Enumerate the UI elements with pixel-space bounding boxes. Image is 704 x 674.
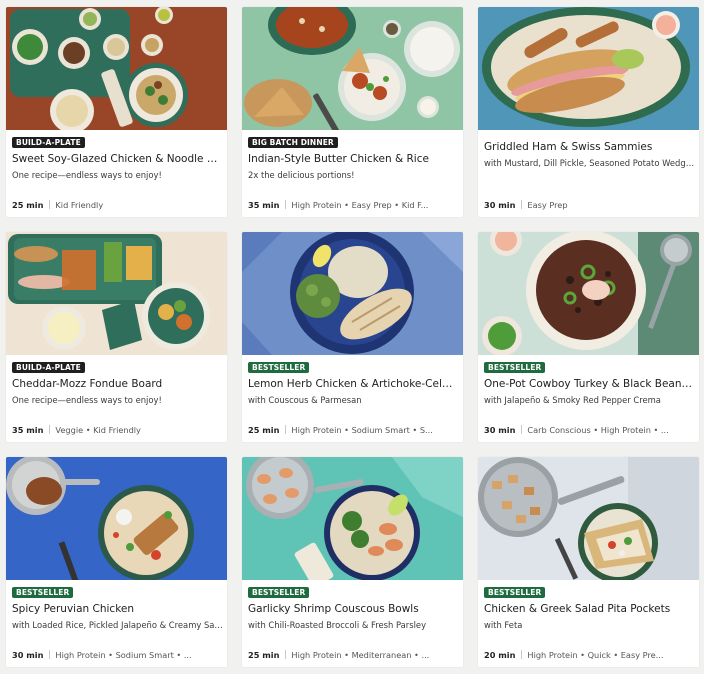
recipe-tags: High Protein • Sodium Smart • ...	[55, 650, 192, 660]
recipe-card[interactable]: Griddled Ham & Swiss Sammies with Mustar…	[478, 7, 699, 217]
recipe-subtitle: with Chili-Roasted Broccoli & Fresh Pars…	[248, 620, 427, 630]
meta-divider	[49, 200, 51, 209]
recipe-tag: BESTSELLER	[484, 587, 546, 598]
recipe-subtitle: with Loaded Rice, Pickled Jalapeño & Cre…	[12, 620, 224, 630]
meta-divider	[521, 425, 523, 434]
meta-divider	[285, 425, 287, 434]
recipe-card[interactable]: BESTSELLER Spicy Peruvian Chicken with L…	[6, 457, 227, 667]
recipe-image[interactable]	[478, 7, 699, 130]
recipe-subtitle: with Jalapeño & Smoky Red Pepper Crema	[484, 395, 661, 405]
recipe-tags: Veggie • Kid Friendly	[55, 425, 141, 435]
recipe-tag: BUILD-A-PLATE	[12, 137, 85, 148]
recipe-image[interactable]	[6, 7, 227, 130]
recipe-meta: 30 min Easy Prep	[484, 199, 696, 211]
recipe-meta: 25 min Kid Friendly	[12, 199, 224, 211]
meta-divider	[49, 650, 51, 659]
recipe-meta: 35 min High Protein • Easy Prep • Kid F..…	[248, 199, 460, 211]
recipe-meta: 30 min High Protein • Sodium Smart • ...	[12, 649, 224, 661]
recipe-card[interactable]: BESTSELLER Lemon Herb Chicken & Artichok…	[242, 232, 463, 442]
recipe-subtitle: One recipe—endless ways to enjoy!	[12, 395, 162, 405]
recipe-title[interactable]: Indian-Style Butter Chicken & Rice	[248, 152, 458, 166]
recipe-meta: 35 min Veggie • Kid Friendly	[12, 424, 224, 436]
recipe-image[interactable]	[478, 232, 699, 355]
recipe-subtitle: with Mustard, Dill Pickle, Seasoned Pota…	[484, 158, 696, 168]
recipe-image[interactable]	[478, 457, 699, 580]
recipe-title[interactable]: Lemon Herb Chicken & Artichoke-Celery...	[248, 377, 458, 391]
recipe-time: 30 min	[484, 200, 516, 210]
meta-divider	[285, 200, 287, 209]
recipe-tag: BESTSELLER	[484, 362, 546, 373]
recipe-time: 30 min	[12, 650, 44, 660]
recipe-tags: Carb Conscious • High Protein • ...	[527, 425, 669, 435]
recipe-title[interactable]: Sweet Soy-Glazed Chicken & Noodle Bar	[12, 152, 222, 166]
recipe-subtitle: 2x the delicious portions!	[248, 170, 355, 180]
recipe-image[interactable]	[242, 7, 463, 130]
recipe-title[interactable]: Chicken & Greek Salad Pita Pockets	[484, 602, 694, 616]
recipe-time: 35 min	[248, 200, 280, 210]
recipe-image[interactable]	[242, 457, 463, 580]
recipe-grid: BUILD-A-PLATE Sweet Soy-Glazed Chicken &…	[0, 0, 704, 674]
recipe-meta: 25 min High Protein • Sodium Smart • S...	[248, 424, 460, 436]
recipe-title[interactable]: Garlicky Shrimp Couscous Bowls	[248, 602, 458, 616]
recipe-tags: High Protein • Sodium Smart • S...	[291, 425, 433, 435]
recipe-card[interactable]: BESTSELLER Chicken & Greek Salad Pita Po…	[478, 457, 699, 667]
recipe-tag: BIG BATCH DINNER	[248, 137, 338, 148]
recipe-time: 35 min	[12, 425, 44, 435]
recipe-tag: BESTSELLER	[248, 362, 310, 373]
recipe-time: 30 min	[484, 425, 516, 435]
recipe-title[interactable]: One-Pot Cowboy Turkey & Black Bean C...	[484, 377, 694, 391]
recipe-tags: Kid Friendly	[55, 200, 104, 210]
recipe-time: 25 min	[248, 425, 280, 435]
recipe-image[interactable]	[6, 232, 227, 355]
recipe-card[interactable]: BUILD-A-PLATE Sweet Soy-Glazed Chicken &…	[6, 7, 227, 217]
recipe-card[interactable]: BIG BATCH DINNER Indian-Style Butter Chi…	[242, 7, 463, 217]
recipe-tag: BUILD-A-PLATE	[12, 362, 85, 373]
meta-divider	[521, 200, 523, 209]
recipe-time: 25 min	[12, 200, 44, 210]
recipe-meta: 20 min High Protein • Quick • Easy Pre...	[484, 649, 696, 661]
recipe-meta: 30 min Carb Conscious • High Protein • ..…	[484, 424, 696, 436]
recipe-subtitle: One recipe—endless ways to enjoy!	[12, 170, 162, 180]
recipe-tags: Easy Prep	[527, 200, 568, 210]
meta-divider	[521, 650, 523, 659]
recipe-tag: BESTSELLER	[248, 587, 310, 598]
recipe-image[interactable]	[6, 457, 227, 580]
recipe-image[interactable]	[242, 232, 463, 355]
recipe-time: 20 min	[484, 650, 516, 660]
recipe-meta: 25 min High Protein • Mediterranean • ...	[248, 649, 460, 661]
recipe-tags: High Protein • Easy Prep • Kid F...	[291, 200, 429, 210]
recipe-title[interactable]: Cheddar-Mozz Fondue Board	[12, 377, 222, 391]
recipe-tags: High Protein • Mediterranean • ...	[291, 650, 430, 660]
meta-divider	[49, 425, 51, 434]
recipe-card[interactable]: BESTSELLER Garlicky Shrimp Couscous Bowl…	[242, 457, 463, 667]
recipe-time: 25 min	[248, 650, 280, 660]
recipe-subtitle: with Feta	[484, 620, 523, 630]
recipe-tag: BESTSELLER	[12, 587, 74, 598]
meta-divider	[285, 650, 287, 659]
recipe-title[interactable]: Spicy Peruvian Chicken	[12, 602, 222, 616]
recipe-title[interactable]: Griddled Ham & Swiss Sammies	[484, 140, 694, 154]
recipe-card[interactable]: BESTSELLER One-Pot Cowboy Turkey & Black…	[478, 232, 699, 442]
recipe-subtitle: with Couscous & Parmesan	[248, 395, 362, 405]
recipe-tags: High Protein • Quick • Easy Pre...	[527, 650, 664, 660]
recipe-card[interactable]: BUILD-A-PLATE Cheddar-Mozz Fondue Board …	[6, 232, 227, 442]
